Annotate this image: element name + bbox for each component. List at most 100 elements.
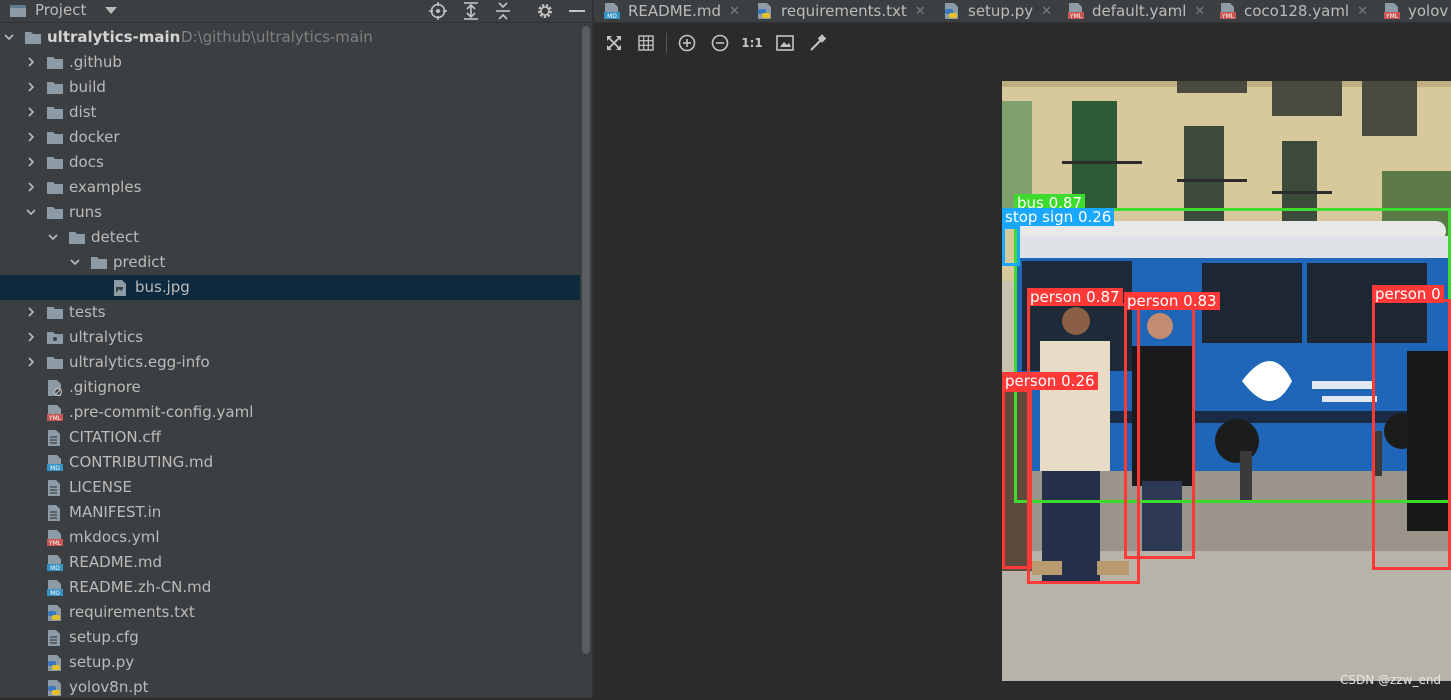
close-icon[interactable]: ✕ — [1357, 4, 1368, 19]
chevron-right-icon[interactable] — [26, 107, 36, 117]
chevron-down-icon[interactable] — [26, 207, 36, 217]
close-icon[interactable]: ✕ — [1041, 4, 1052, 19]
locate-icon[interactable] — [428, 1, 448, 21]
tree-item-label: ultralytics.egg-info — [69, 353, 210, 371]
tree-item-label: README.zh-CN.md — [69, 578, 212, 596]
tree-item-label: yolov8n.pt — [69, 678, 149, 696]
tree-item-github[interactable]: .github — [0, 50, 580, 75]
gear-icon[interactable] — [535, 1, 555, 21]
tree-item-ultralytics-egg-info[interactable]: ultralytics.egg-info — [0, 350, 580, 375]
folder-icon — [25, 30, 41, 44]
project-panel-header: Project — [0, 0, 592, 23]
chevron-right-icon[interactable] — [26, 132, 36, 142]
expand-all-icon[interactable] — [461, 1, 481, 21]
detection-label-person-1: person 0.87 — [1027, 288, 1123, 306]
svg-text:YML: YML — [1385, 13, 1399, 19]
tab-label: default.yaml — [1092, 2, 1187, 20]
project-path-hint: D:\github\ultralytics-main — [181, 28, 373, 46]
tree-item-examples[interactable]: examples — [0, 175, 580, 200]
yaml-file-icon: YML — [47, 530, 63, 547]
tree-item-yolov8n-pt[interactable]: yolov8n.pt — [0, 675, 580, 700]
tree-item-label: docs — [69, 153, 104, 171]
background-icon[interactable] — [775, 33, 795, 53]
svg-text:MD: MD — [50, 465, 60, 471]
folder-icon — [69, 230, 85, 244]
tree-item-detect[interactable]: detect — [0, 225, 580, 250]
close-icon[interactable]: ✕ — [915, 4, 926, 19]
tab-label: README.md — [628, 2, 722, 20]
minimize-icon[interactable] — [567, 1, 587, 21]
tree-item-setup-py[interactable]: setup.py — [0, 650, 580, 675]
chevron-right-icon[interactable] — [26, 82, 36, 92]
python-file-icon — [944, 3, 962, 19]
tree-item-ultralytics[interactable]: ultralytics — [0, 325, 580, 350]
tree-item-label: ultralytics-main — [47, 28, 181, 46]
zoom-out-icon[interactable] — [710, 33, 730, 53]
tree-scrollbar-thumb[interactable] — [582, 26, 590, 654]
tree-item-docker[interactable]: docker — [0, 125, 580, 150]
tab-setup-py[interactable]: setup.py ✕ — [944, 0, 1052, 22]
tree-item-gitignore[interactable]: .gitignore — [0, 375, 580, 400]
chevron-right-icon[interactable] — [26, 182, 36, 192]
tab-readme-md[interactable]: MD README.md ✕ — [604, 0, 740, 22]
tree-item-pre-commit-config-yaml[interactable]: YML .pre-commit-config.yaml — [0, 400, 580, 425]
tree-item-mkdocs-yml[interactable]: YML mkdocs.yml — [0, 525, 580, 550]
tab-requirements-txt[interactable]: requirements.txt ✕ — [757, 0, 926, 22]
svg-text:YML: YML — [48, 415, 62, 421]
tree-item-contributing-md[interactable]: MD CONTRIBUTING.md — [0, 450, 580, 475]
chevron-down-icon[interactable] — [48, 232, 58, 242]
folder-icon — [47, 130, 63, 144]
close-icon[interactable]: ✕ — [1194, 4, 1205, 19]
tab-default-yaml[interactable]: YML default.yaml ✕ — [1068, 0, 1205, 22]
tree-item-readme-md[interactable]: MD README.md — [0, 550, 580, 575]
folder-icon — [91, 255, 107, 269]
tree-item-docs[interactable]: docs — [0, 150, 580, 175]
tree-item-label: runs — [69, 203, 102, 221]
folder-icon — [47, 55, 63, 69]
collapse-all-icon[interactable] — [493, 1, 513, 21]
tab-coco128-yaml[interactable]: YML coco128.yaml ✕ — [1220, 0, 1368, 22]
grid-icon[interactable] — [636, 33, 656, 53]
tree-item-label: detect — [91, 228, 139, 246]
close-icon[interactable]: ✕ — [729, 4, 740, 19]
chevron-down-icon[interactable] — [70, 257, 80, 267]
tab-yolov[interactable]: YML yolov — [1384, 0, 1448, 22]
svg-text:MD: MD — [50, 565, 60, 571]
color-picker-icon[interactable] — [808, 33, 828, 53]
tree-item-manifest-in[interactable]: MANIFEST.in — [0, 500, 580, 525]
detection-label-person-3: person 0 — [1372, 285, 1444, 303]
image-viewer-toolbar: 1:1 — [594, 23, 1451, 63]
tree-item-setup-cfg[interactable]: setup.cfg — [0, 625, 580, 650]
tree-item-label: examples — [69, 178, 142, 196]
tree-item-label: README.md — [69, 553, 163, 571]
chevron-right-icon[interactable] — [26, 57, 36, 67]
chevron-right-icon[interactable] — [26, 157, 36, 167]
fit-icon[interactable] — [604, 33, 624, 53]
tree-item-requirements-txt[interactable]: requirements.txt — [0, 600, 580, 625]
chevron-right-icon[interactable] — [26, 332, 36, 342]
tree-item-dist[interactable]: dist — [0, 100, 580, 125]
markdown-file-icon: MD — [604, 3, 622, 20]
tree-item-license[interactable]: LICENSE — [0, 475, 580, 500]
tree-item-tests[interactable]: tests — [0, 300, 580, 325]
folder-icon — [47, 305, 63, 319]
tree-item-bus-jpg[interactable]: bus.jpg — [0, 275, 580, 300]
tree-item-runs[interactable]: runs — [0, 200, 580, 225]
dropdown-icon[interactable] — [101, 1, 121, 21]
tree-item-build[interactable]: build — [0, 75, 580, 100]
tree-item-citation-cff[interactable]: CITATION.cff — [0, 425, 580, 450]
tree-item-predict[interactable]: predict — [0, 250, 580, 275]
chevron-right-icon[interactable] — [26, 307, 36, 317]
chevron-right-icon[interactable] — [26, 357, 36, 367]
folder-icon — [8, 1, 28, 21]
chevron-down-icon[interactable] — [4, 32, 14, 42]
actual-size-button[interactable]: 1:1 — [741, 33, 763, 53]
project-panel-title[interactable]: Project — [35, 0, 86, 21]
tree-item-readme-zh-cn-md[interactable]: MD README.zh-CN.md — [0, 575, 580, 600]
folder-icon — [47, 155, 63, 169]
tree-item-ultralytics-main[interactable]: ultralytics-main D:\github\ultralytics-ma… — [0, 25, 580, 50]
detection-box-person-4 — [1002, 389, 1032, 569]
text-file-icon — [47, 630, 63, 646]
zoom-in-icon[interactable] — [677, 33, 697, 53]
folder-icon — [47, 180, 63, 194]
